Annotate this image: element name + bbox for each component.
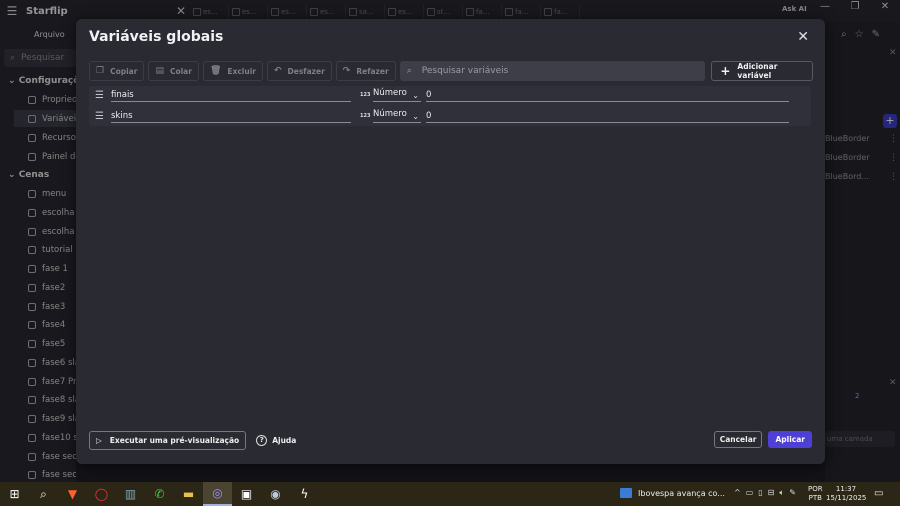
bolt-app-icon[interactable]: ϟ <box>290 482 319 506</box>
language-indicator[interactable]: POR PTB <box>808 485 823 503</box>
battery-icon[interactable]: ▯ <box>758 488 762 498</box>
chevron-up-icon[interactable]: ^ <box>734 488 741 498</box>
file-explorer-icon[interactable]: ▬ <box>174 482 203 506</box>
variable-name-field[interactable]: finais <box>111 90 351 102</box>
brave-icon[interactable]: ▼ <box>58 482 87 506</box>
variables-toolbar: ❐ Copiar ▤ Colar 🗑︎ Excluir ↶ Desfazer ↷ Refa… <box>89 61 813 81</box>
whatsapp-icon[interactable]: ✆ <box>145 482 174 506</box>
dialog-title: Variáveis globais <box>89 29 224 45</box>
search-icon: ⌕ <box>406 66 412 76</box>
add-variable-button[interactable]: + Adicionar variável <box>711 61 813 81</box>
app-icon[interactable]: ▣ <box>232 482 261 506</box>
help-button[interactable]: ? Ajuda <box>256 435 296 446</box>
undo-icon: ↶ <box>273 66 282 76</box>
number-type-icon: 123 <box>360 92 371 98</box>
close-icon[interactable]: ✕ <box>797 29 809 45</box>
network-icon[interactable]: ⊟ <box>768 488 775 498</box>
help-icon: ? <box>256 435 268 446</box>
paste-button[interactable]: ▤ Colar <box>148 61 199 81</box>
number-type-icon: 123 <box>360 113 371 119</box>
chevron-down-icon: ⌄ <box>412 91 419 100</box>
cancel-button[interactable]: Cancelar <box>713 431 763 448</box>
variable-name-field[interactable]: skins <box>111 111 351 123</box>
variables-list: ☰ finais 123 Número ⌄ 0 ☰ skins 123 Númer… <box>89 86 811 126</box>
dialog-footer-right: Cancelar Aplicar <box>713 431 812 448</box>
plus-icon: + <box>720 64 731 78</box>
volume-icon[interactable]: 🔈︎ <box>779 488 784 498</box>
apply-button[interactable]: Aplicar <box>768 431 812 448</box>
delete-button[interactable]: 🗑︎ Excluir <box>202 61 263 81</box>
search-icon[interactable]: ⌕ <box>29 482 58 506</box>
redo-button[interactable]: ↷ Refazer <box>335 61 396 81</box>
system-tray: ^ ▭ ▯ ⊟ 🔈︎ ✎ <box>734 488 796 498</box>
undo-button[interactable]: ↶ Desfazer <box>266 61 332 81</box>
drag-handle-icon[interactable]: ☰ <box>95 90 104 101</box>
variables-search-input[interactable]: ⌕ Pesquisar variáveis <box>399 61 706 81</box>
global-variables-dialog: Variáveis globais ✕ ❐ Copiar ▤ Colar 🗑︎ Exc… <box>76 19 825 464</box>
chevron-down-icon: ⌄ <box>412 112 419 121</box>
display-icon[interactable]: ▭ <box>746 488 754 498</box>
variable-row: ☰ finais 123 Número ⌄ 0 <box>89 86 811 107</box>
windows-start-icon[interactable]: ⊞ <box>0 482 29 506</box>
notification-icon[interactable]: ▭ <box>874 488 883 499</box>
opera-icon[interactable]: ◯ <box>87 482 116 506</box>
play-icon: ▷ <box>96 436 102 445</box>
trash-icon: 🗑︎ <box>209 66 222 76</box>
variable-type-select[interactable]: Número ⌄ <box>373 88 421 102</box>
variable-type-select[interactable]: Número ⌄ <box>373 109 421 123</box>
clock[interactable]: 11:37 15/11/2025 <box>826 485 866 503</box>
drag-handle-icon[interactable]: ☰ <box>95 111 104 122</box>
gdevelop-icon[interactable]: ◎ <box>203 482 232 506</box>
news-widget[interactable]: Ibovespa avança co... <box>620 488 725 498</box>
copy-icon: ❐ <box>96 66 105 76</box>
dialog-footer-left: ▷ Executar uma pré-visualização ? Ajuda <box>89 431 296 450</box>
pen-icon[interactable]: ✎ <box>789 488 796 498</box>
preview-button[interactable]: ▷ Executar uma pré-visualização <box>89 431 247 450</box>
news-icon <box>620 488 632 498</box>
taskbar: ⊞ ⌕ ▼ ◯ ▥ ✆ ▬ ◎ ▣ ◉ ϟ Ibovespa avança co… <box>0 482 900 506</box>
variable-row: ☰ skins 123 Número ⌄ 0 <box>89 107 811 128</box>
steam-icon[interactable]: ◉ <box>261 482 290 506</box>
copy-button[interactable]: ❐ Copiar <box>89 61 145 81</box>
apps-icon[interactable]: ▥ <box>116 482 145 506</box>
variable-value-field[interactable]: 0 <box>426 111 789 123</box>
redo-icon: ↷ <box>342 66 351 76</box>
variable-value-field[interactable]: 0 <box>426 90 789 102</box>
paste-icon: ▤ <box>155 66 164 76</box>
